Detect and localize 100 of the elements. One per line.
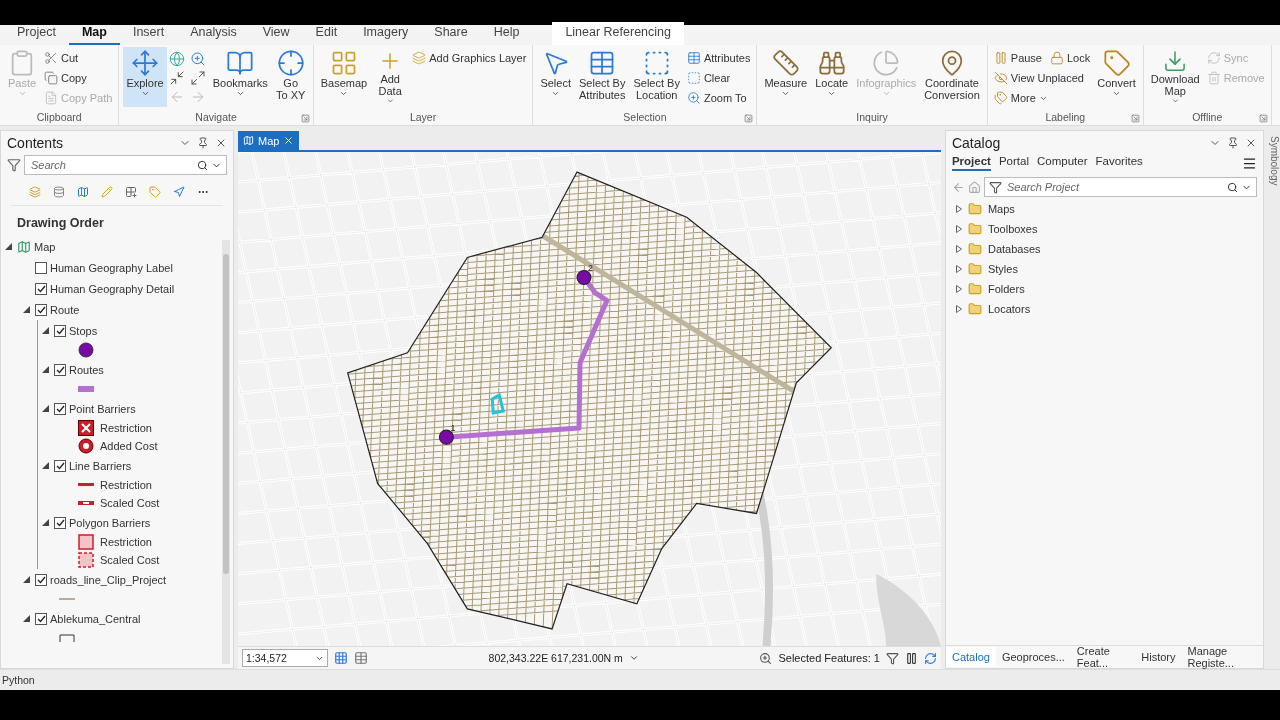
source-tab[interactable]: Computer (1037, 155, 1088, 171)
expanded-triangle-icon[interactable] (42, 327, 49, 334)
menu-icon[interactable] (1242, 155, 1258, 171)
ribbon-button[interactable]: Select (537, 47, 574, 107)
pane-tab[interactable]: Catalog (945, 647, 996, 667)
grid-icon[interactable] (334, 651, 348, 665)
refresh-icon[interactable] (923, 651, 937, 665)
ribbon-tab[interactable]: Edit (302, 22, 351, 45)
ribbon-button[interactable]: Bookmarks (209, 47, 271, 107)
ribbon-tab[interactable]: Share (421, 22, 481, 45)
collapsed-triangle-icon[interactable] (955, 225, 962, 233)
catalog-item[interactable]: Styles (987, 263, 1018, 275)
filter-icon[interactable] (7, 158, 21, 172)
layer-name[interactable]: Route (50, 303, 80, 316)
layer-name[interactable]: Ablekuma_Central (50, 612, 141, 625)
launcher-icon[interactable] (744, 114, 754, 123)
layer-name[interactable]: Polygon Barriers (69, 516, 151, 529)
layer-name[interactable]: Human Geography Label (50, 261, 173, 274)
side-tab[interactable]: Symbology (1269, 136, 1280, 186)
layer-name[interactable]: Point Barriers (69, 402, 136, 415)
layer-name[interactable]: roads_line_Clip_Project (50, 573, 167, 586)
ribbon-button[interactable]: More (991, 89, 1050, 107)
checkbox[interactable] (54, 324, 66, 337)
ribbon-button[interactable]: Explore (123, 47, 167, 107)
ribbon-tab[interactable]: View (249, 22, 303, 45)
expanded-triangle-icon[interactable] (42, 366, 49, 373)
ribbon-tab[interactable]: Linear Referencing (552, 22, 684, 45)
checkbox[interactable] (35, 261, 47, 274)
pane-tab[interactable]: Create Feat... (1070, 647, 1136, 667)
layer-name[interactable]: Stops (69, 324, 98, 337)
expanded-triangle-icon[interactable] (42, 405, 49, 412)
ribbon-button[interactable]: Add Graphics Layer (410, 49, 529, 67)
ribbon-tab[interactable]: Imagery (350, 22, 422, 45)
layer-name[interactable]: Map (34, 240, 56, 253)
pause-icon[interactable] (904, 651, 918, 665)
checkbox[interactable] (54, 459, 66, 472)
ribbon-button[interactable]: Measure (761, 47, 811, 107)
ribbon-button[interactable]: Pause (991, 49, 1044, 67)
collapsed-triangle-icon[interactable] (955, 205, 962, 213)
filter-icon[interactable] (885, 651, 899, 665)
ribbon-button[interactable]: Select By Location (630, 47, 683, 107)
ribbon-button[interactable]: Basemap (317, 47, 371, 107)
source-tab[interactable]: Portal (998, 155, 1029, 171)
expanded-triangle-icon[interactable] (42, 462, 49, 469)
catalog-item[interactable]: Databases (987, 243, 1041, 255)
map-tab[interactable]: Map (238, 131, 300, 150)
search-field[interactable]: Search (24, 155, 227, 175)
expanded-triangle-icon[interactable] (23, 615, 30, 622)
layer-name[interactable]: Human Geography Detail (50, 282, 175, 295)
chevron-icon[interactable] (628, 653, 639, 663)
catalog-item[interactable]: Toolboxes (987, 223, 1038, 235)
launcher-icon[interactable] (1130, 114, 1140, 123)
ribbon-button[interactable]: Add Data (372, 47, 409, 107)
pane-tab[interactable]: Geoproces... (995, 647, 1071, 667)
ribbon-tab[interactable]: Analysis (177, 22, 250, 45)
checkbox[interactable] (54, 516, 66, 529)
source-tab[interactable]: Favorites (1095, 155, 1143, 171)
ribbon-button[interactable]: Go To XY (272, 47, 309, 107)
scrollbar[interactable] (222, 240, 230, 664)
checkbox[interactable] (35, 282, 47, 295)
ribbon-button[interactable]: Lock (1048, 49, 1093, 67)
checkbox[interactable] (54, 363, 66, 376)
expanded-triangle-icon[interactable] (23, 576, 30, 583)
ribbon-button[interactable]: Copy (42, 69, 89, 87)
collapsed-triangle-icon[interactable] (955, 285, 962, 293)
python-tab[interactable]: Python (2, 674, 35, 686)
checkbox[interactable] (35, 303, 47, 316)
layer-name[interactable]: Line Barriers (69, 459, 132, 472)
ribbon-button[interactable]: Locate (812, 47, 852, 107)
ribbon-button[interactable]: Cut (42, 49, 81, 67)
ribbon-tab[interactable]: Help (480, 22, 533, 45)
ribbon-button[interactable]: Clear (684, 69, 733, 87)
source-tab[interactable]: Project (951, 155, 991, 171)
ribbon-tab[interactable]: Project (4, 22, 69, 45)
checkbox[interactable] (35, 573, 47, 586)
catalog-item[interactable]: Folders (987, 283, 1025, 295)
layer-name[interactable]: Routes (69, 363, 104, 376)
pin-icon[interactable] (1227, 137, 1240, 149)
zoom-icon[interactable] (189, 51, 206, 67)
ribbon-button[interactable]: Coordinate Conversion (921, 47, 983, 107)
collapsed-triangle-icon[interactable] (955, 265, 962, 273)
table-icon[interactable] (354, 651, 368, 665)
zoom-in-arrows-icon[interactable] (168, 70, 185, 86)
expanded-triangle-icon[interactable] (5, 243, 12, 250)
zoom-out-arrows-icon[interactable] (189, 70, 206, 86)
search-field[interactable]: Search Project (983, 177, 1258, 197)
close-icon[interactable] (283, 135, 295, 146)
expanded-triangle-icon[interactable] (23, 306, 30, 313)
expanded-triangle-icon[interactable] (42, 519, 49, 526)
launcher-icon[interactable] (1258, 114, 1268, 123)
pane-tab[interactable]: Manage Registe... (1181, 647, 1264, 667)
database-icon[interactable] (53, 183, 65, 201)
catalog-item[interactable]: Maps (987, 203, 1015, 215)
ribbon-button[interactable]: Download Map (1147, 47, 1203, 107)
ribbon-button[interactable]: Convert (1094, 47, 1139, 107)
scale-field[interactable]: 1:34,572 (242, 649, 328, 667)
launcher-icon[interactable] (300, 114, 310, 123)
close-icon[interactable] (215, 137, 227, 149)
collapsed-triangle-icon[interactable] (955, 245, 962, 253)
search-input[interactable]: Search Project (1004, 180, 1225, 194)
